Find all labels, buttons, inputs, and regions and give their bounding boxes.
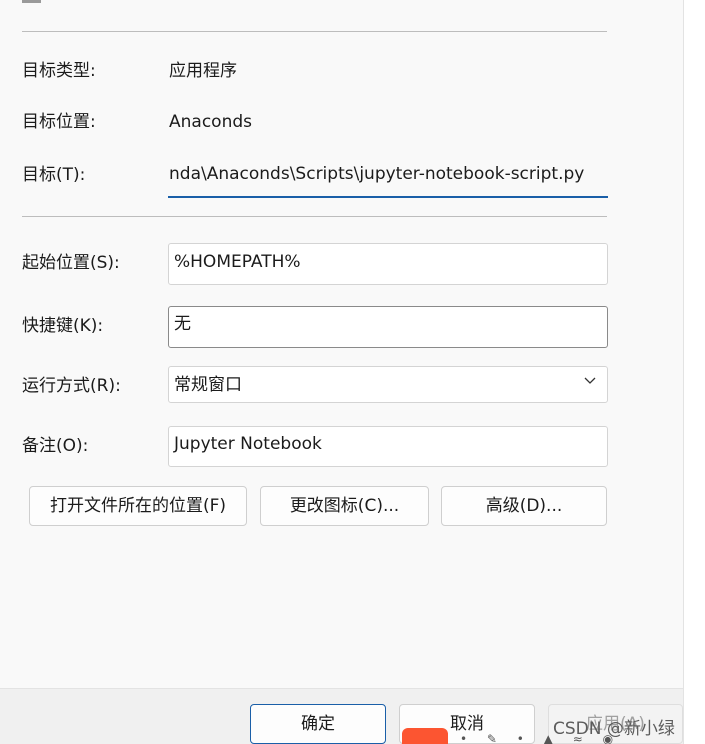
target-type-label: 目标类型: [22, 61, 96, 81]
comment-text: Jupyter Notebook [174, 434, 322, 454]
separator [22, 216, 607, 217]
target-location-label: 目标位置: [22, 112, 96, 132]
advanced-button[interactable]: 高级(D)... [441, 486, 607, 526]
start-in-input[interactable]: %HOMEPATH% [168, 243, 608, 285]
shortcut-key-text: 无 [174, 314, 191, 334]
run-select[interactable]: 常规窗口 [168, 366, 608, 403]
top-divider-stub [22, 0, 41, 3]
target-location-value: Anaconds [169, 112, 252, 132]
separator [22, 31, 607, 32]
comment-input[interactable]: Jupyter Notebook [168, 426, 608, 467]
csdn-logo-icon [402, 728, 448, 744]
chevron-down-icon [584, 377, 596, 384]
run-label: 运行方式(R): [22, 376, 121, 396]
target-type-value: 应用程序 [169, 61, 237, 81]
change-icon-button[interactable]: 更改图标(C)... [260, 486, 429, 526]
shortcut-key-input[interactable]: 无 [168, 306, 608, 348]
start-in-text: %HOMEPATH% [174, 252, 301, 272]
target-input-text: nda\Anaconds\Scripts\jupyter-notebook-sc… [169, 164, 585, 184]
ok-button[interactable]: 确定 [250, 704, 386, 744]
shortcut-key-label: 快捷键(K): [22, 316, 104, 336]
start-in-label: 起始位置(S): [22, 253, 120, 273]
run-select-value: 常规窗口 [174, 375, 242, 395]
window-edge [683, 0, 705, 744]
target-label: 目标(T): [22, 165, 86, 185]
target-input[interactable]: nda\Anaconds\Scripts\jupyter-notebook-sc… [168, 153, 608, 198]
comment-label: 备注(O): [22, 436, 89, 456]
watermark: CSDN @新小绿 [553, 719, 675, 739]
open-file-location-button[interactable]: 打开文件所在的位置(F) [29, 486, 247, 526]
